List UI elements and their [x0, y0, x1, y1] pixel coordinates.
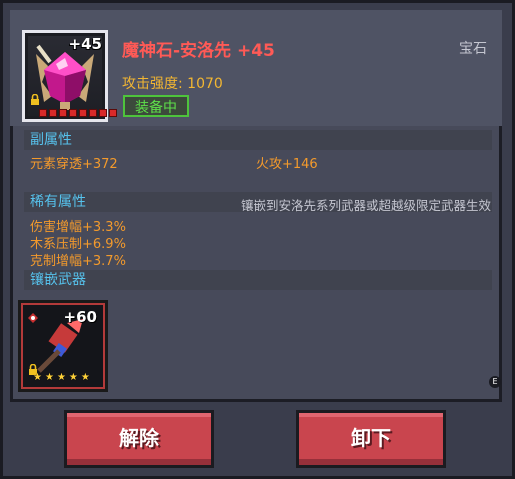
- star-icon: ★: [33, 372, 42, 383]
- star-icon: [79, 109, 87, 117]
- weapon-stars: ★ ★ ★ ★ ★: [33, 373, 90, 383]
- weapon-heading: 镶嵌武器: [24, 270, 492, 290]
- star-icon: [109, 109, 117, 117]
- star-icon: [49, 109, 57, 117]
- star-icon: [69, 109, 77, 117]
- rare-note: 镶嵌到安洛先系列武器或超越级限定武器生效: [240, 198, 491, 213]
- star-icon: [39, 109, 47, 117]
- gem-stars: [39, 109, 117, 117]
- rare-stat: 克制增幅+3.7%: [30, 254, 126, 269]
- gem-plus-badge: +45: [68, 35, 102, 53]
- star-icon: ★: [80, 372, 90, 383]
- star-icon: [99, 109, 107, 117]
- secondary-stat: 火攻+146: [256, 157, 318, 172]
- star-icon: ★: [68, 372, 78, 383]
- attack-strength: 攻击强度: 1070: [122, 76, 223, 92]
- lock-icon: [29, 91, 41, 110]
- weapon-slot[interactable]: +60 ★ ★ ★ ★ ★: [18, 300, 108, 392]
- gem-slot[interactable]: +45: [22, 30, 117, 122]
- unequip-button[interactable]: 卸下: [296, 410, 446, 468]
- star-icon: [59, 109, 67, 117]
- weapon-plus-badge: +60: [63, 308, 97, 326]
- item-title: 魔神石-安洛先 +45: [122, 41, 275, 61]
- secondary-stat: 元素穿透+372: [30, 157, 118, 172]
- secondary-heading: 副属性: [24, 130, 492, 150]
- item-type: 宝石: [459, 41, 487, 57]
- star-icon: ★: [56, 372, 66, 383]
- equipped-badge: 装备中: [123, 95, 189, 117]
- star-icon: ★: [44, 372, 54, 383]
- scroll-indicator[interactable]: E: [489, 376, 501, 388]
- star-icon: [89, 109, 97, 117]
- unbind-button[interactable]: 解除: [64, 410, 214, 468]
